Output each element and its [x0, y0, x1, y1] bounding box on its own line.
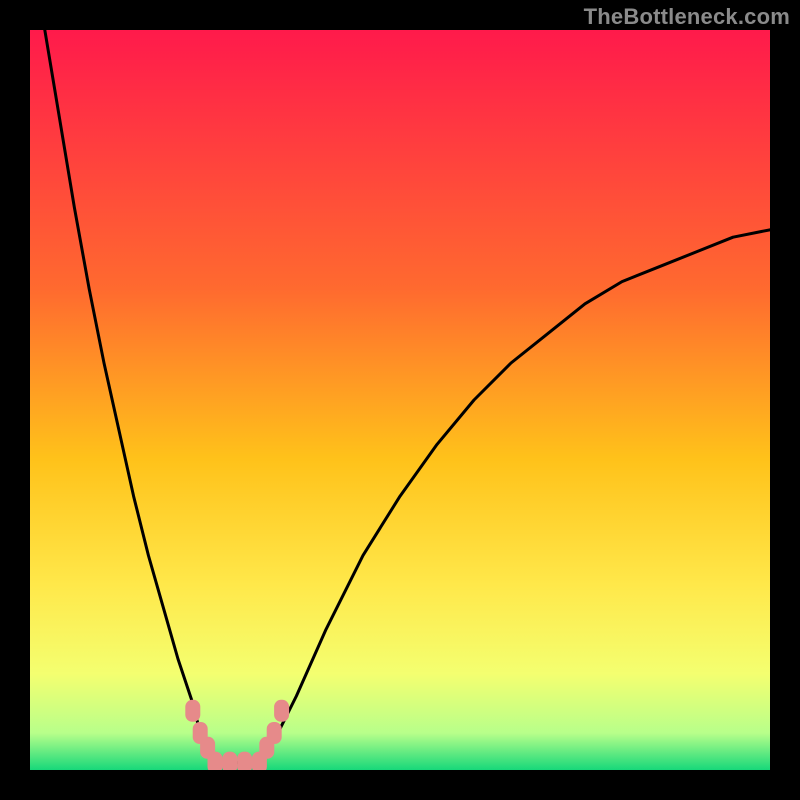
- curve-marker: [267, 722, 282, 744]
- gradient-background: [30, 30, 770, 770]
- plot-svg: [30, 30, 770, 770]
- plot-area: [30, 30, 770, 770]
- curve-marker: [222, 752, 237, 770]
- curve-marker: [274, 700, 289, 722]
- curve-marker: [185, 700, 200, 722]
- outer-frame: TheBottleneck.com: [0, 0, 800, 800]
- watermark-text: TheBottleneck.com: [584, 4, 790, 30]
- curve-marker: [208, 752, 223, 770]
- curve-marker: [237, 752, 252, 770]
